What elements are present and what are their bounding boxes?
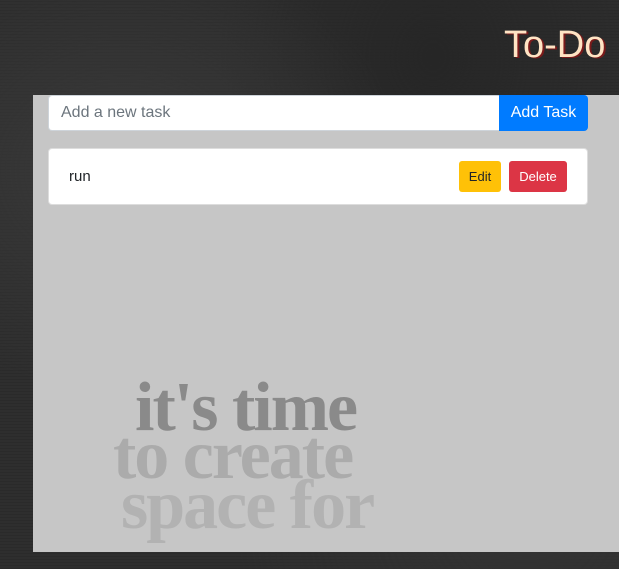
art-line: it's time (135, 369, 358, 446)
art-line: space for (121, 467, 375, 544)
motivational-image: it's time to create space for (113, 369, 533, 544)
task-item: run Edit Delete (48, 148, 588, 205)
todo-panel: Add Task run Edit Delete it's time to cr… (33, 95, 619, 552)
delete-button[interactable]: Delete (509, 161, 567, 192)
page-title: To-Do (504, 24, 606, 66)
add-task-button[interactable]: Add Task (499, 95, 588, 131)
edit-button[interactable]: Edit (459, 161, 501, 192)
new-task-input[interactable] (48, 95, 499, 131)
add-task-form: Add Task (48, 95, 588, 131)
task-text: run (69, 168, 91, 185)
